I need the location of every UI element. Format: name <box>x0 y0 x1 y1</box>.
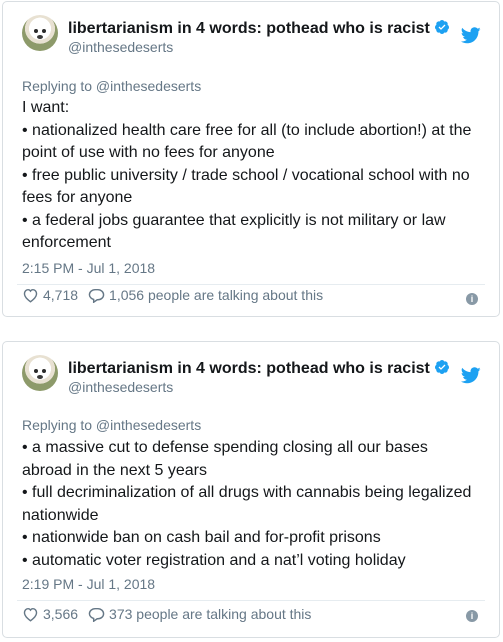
tweet-line: • full decriminalization of all drugs wi… <box>22 484 472 524</box>
divider <box>17 600 485 601</box>
replying-to: Replying to @inthesedeserts <box>22 417 202 433</box>
author-handle[interactable]: @inthesedeserts <box>68 39 173 56</box>
avatar[interactable] <box>22 355 58 391</box>
info-icon[interactable]: i <box>466 610 478 622</box>
tweet-text: • a massive cut to defense spending clos… <box>22 437 482 572</box>
tweet-actions: 4,718 1,056 people are talking about thi… <box>22 285 323 305</box>
like-count[interactable]: 3,566 <box>43 606 78 622</box>
heart-icon[interactable] <box>22 287 39 303</box>
tweet-line: I want: <box>22 99 70 116</box>
twitter-bird-icon[interactable] <box>461 27 481 44</box>
verified-badge-icon <box>434 360 449 374</box>
twitter-bird-icon[interactable] <box>461 367 481 384</box>
author-handle[interactable]: @inthesedeserts <box>68 379 173 396</box>
reply-bubble-icon[interactable] <box>88 287 105 303</box>
author-name: libertarianism in 4 words: pothead who i… <box>68 360 430 377</box>
tweet-text: I want: • nationalized health care free … <box>22 97 482 255</box>
tweet-card: libertarianism in 4 words: pothead who i… <box>2 1 500 317</box>
author-name-link[interactable]: libertarianism in 4 words: pothead who i… <box>68 19 450 38</box>
tweet-header: libertarianism in 4 words: pothead who i… <box>22 355 499 401</box>
talking-count[interactable]: 1,056 people are talking about this <box>109 287 323 303</box>
heart-icon[interactable] <box>22 606 39 622</box>
tweet-line: • nationalized health care free for all … <box>22 121 472 162</box>
avatar[interactable] <box>22 15 58 51</box>
tweet-line: • automatic voter registration and a nat… <box>22 551 406 569</box>
author-name: libertarianism in 4 words: pothead who i… <box>68 20 430 37</box>
replying-to: Replying to @inthesedeserts <box>22 78 202 94</box>
tweet-line: • free public university / trade school … <box>22 166 470 207</box>
tweet-line: • a federal jobs guarantee that explicit… <box>22 211 446 252</box>
tweet-timestamp[interactable]: 2:19 PM - Jul 1, 2018 <box>22 575 155 593</box>
tweet-actions: 3,566 373 people are talking about this <box>22 604 311 624</box>
verified-badge-icon <box>434 20 449 34</box>
tweet-timestamp[interactable]: 2:15 PM - Jul 1, 2018 <box>22 259 155 277</box>
tweet-line: • nationwide ban on cash bail and for-pr… <box>22 529 381 546</box>
reply-bubble-icon[interactable] <box>88 606 105 622</box>
like-count[interactable]: 4,718 <box>43 287 78 303</box>
tweet-line: • a massive cut to defense spending clos… <box>22 439 428 479</box>
author-name-link[interactable]: libertarianism in 4 words: pothead who i… <box>68 359 450 378</box>
tweet-card: libertarianism in 4 words: pothead who i… <box>2 341 500 638</box>
talking-count[interactable]: 373 people are talking about this <box>109 606 311 622</box>
tweet-header: libertarianism in 4 words: pothead who i… <box>22 15 499 61</box>
info-icon[interactable]: i <box>466 293 478 305</box>
